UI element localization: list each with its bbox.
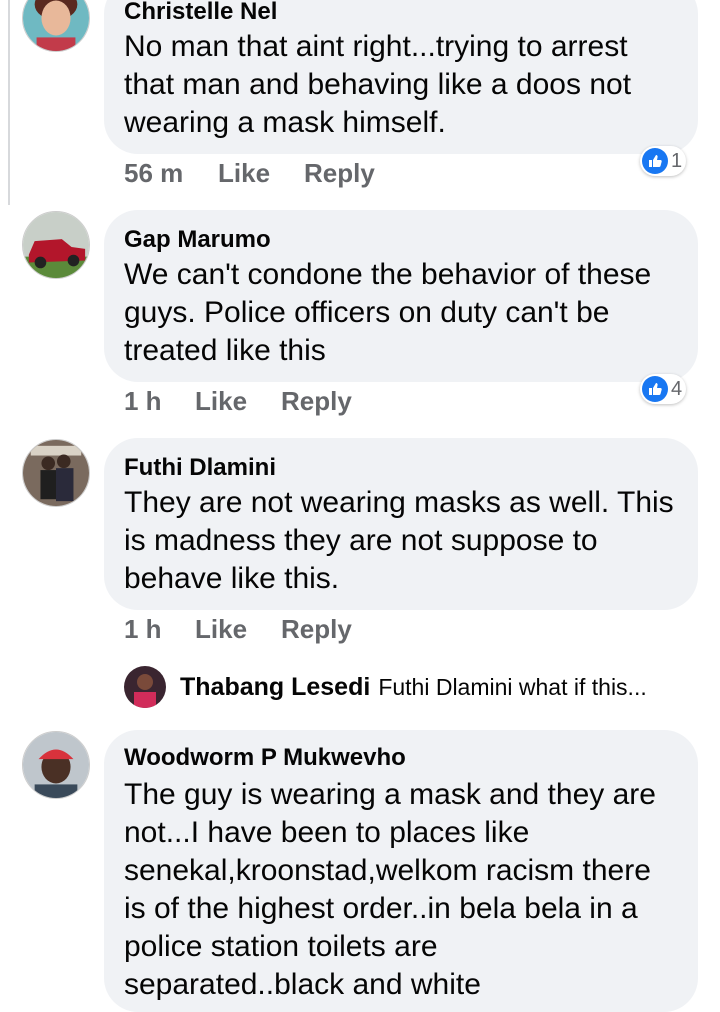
comment-time[interactable]: 1 h	[124, 386, 162, 417]
man-red-cap-avatar-image	[23, 732, 89, 798]
avatar[interactable]	[22, 439, 90, 507]
comment-bubble: Woodworm P Mukwevho The guy is wearing a…	[104, 730, 698, 1012]
reply-author[interactable]: Thabang Lesedi	[180, 673, 370, 702]
reply-preview[interactable]: Thabang Lesedi Futhi Dlamini what if thi…	[124, 664, 647, 710]
thread-line	[8, 0, 10, 205]
reaction-count: 4	[671, 377, 683, 400]
comment-author[interactable]: Futhi Dlamini	[124, 454, 276, 482]
like-button[interactable]: Like	[218, 158, 270, 189]
couple-avatar-image	[23, 440, 89, 506]
woman-avatar-image	[23, 0, 89, 51]
comment-text: They are not wearing masks as well. This…	[124, 486, 674, 595]
like-button[interactable]: Like	[195, 386, 247, 417]
comment-time[interactable]: 1 h	[124, 614, 162, 645]
reply-button[interactable]: Reply	[281, 614, 352, 645]
avatar[interactable]	[22, 0, 90, 52]
comment-bubble: Gap Marumo We can't condone the behavior…	[104, 210, 698, 382]
comment-text: No man that aint right...trying to arres…	[124, 30, 632, 139]
reply-button[interactable]: Reply	[281, 386, 352, 417]
like-reaction-icon	[642, 376, 668, 402]
reaction-count: 1	[671, 149, 683, 172]
comment-time[interactable]: 56 m	[124, 158, 183, 189]
reply-avatar-image	[124, 666, 166, 708]
comment-text: The guy is wearing a mask and they are n…	[124, 778, 656, 1001]
like-reaction-icon	[642, 148, 668, 174]
reply-button[interactable]: Reply	[304, 158, 375, 189]
comment-bubble: Christelle Nel No man that aint right...…	[104, 0, 698, 154]
comment-author[interactable]: Gap Marumo	[124, 226, 271, 254]
reaction-count-badge[interactable]: 4	[640, 374, 687, 404]
comment-author[interactable]: Christelle Nel	[124, 0, 277, 26]
comment-author[interactable]: Woodworm P Mukwevho	[124, 744, 406, 772]
avatar[interactable]	[22, 731, 90, 799]
reply-text: Futhi Dlamini what if this...	[378, 673, 647, 700]
red-car-avatar-image	[23, 212, 89, 278]
avatar[interactable]	[124, 666, 166, 708]
avatar[interactable]	[22, 211, 90, 279]
comment-text: We can't condone the behavior of these g…	[124, 258, 652, 367]
comment-bubble: Futhi Dlamini They are not wearing masks…	[104, 438, 698, 610]
like-button[interactable]: Like	[195, 614, 247, 645]
reaction-count-badge[interactable]: 1	[640, 146, 687, 176]
